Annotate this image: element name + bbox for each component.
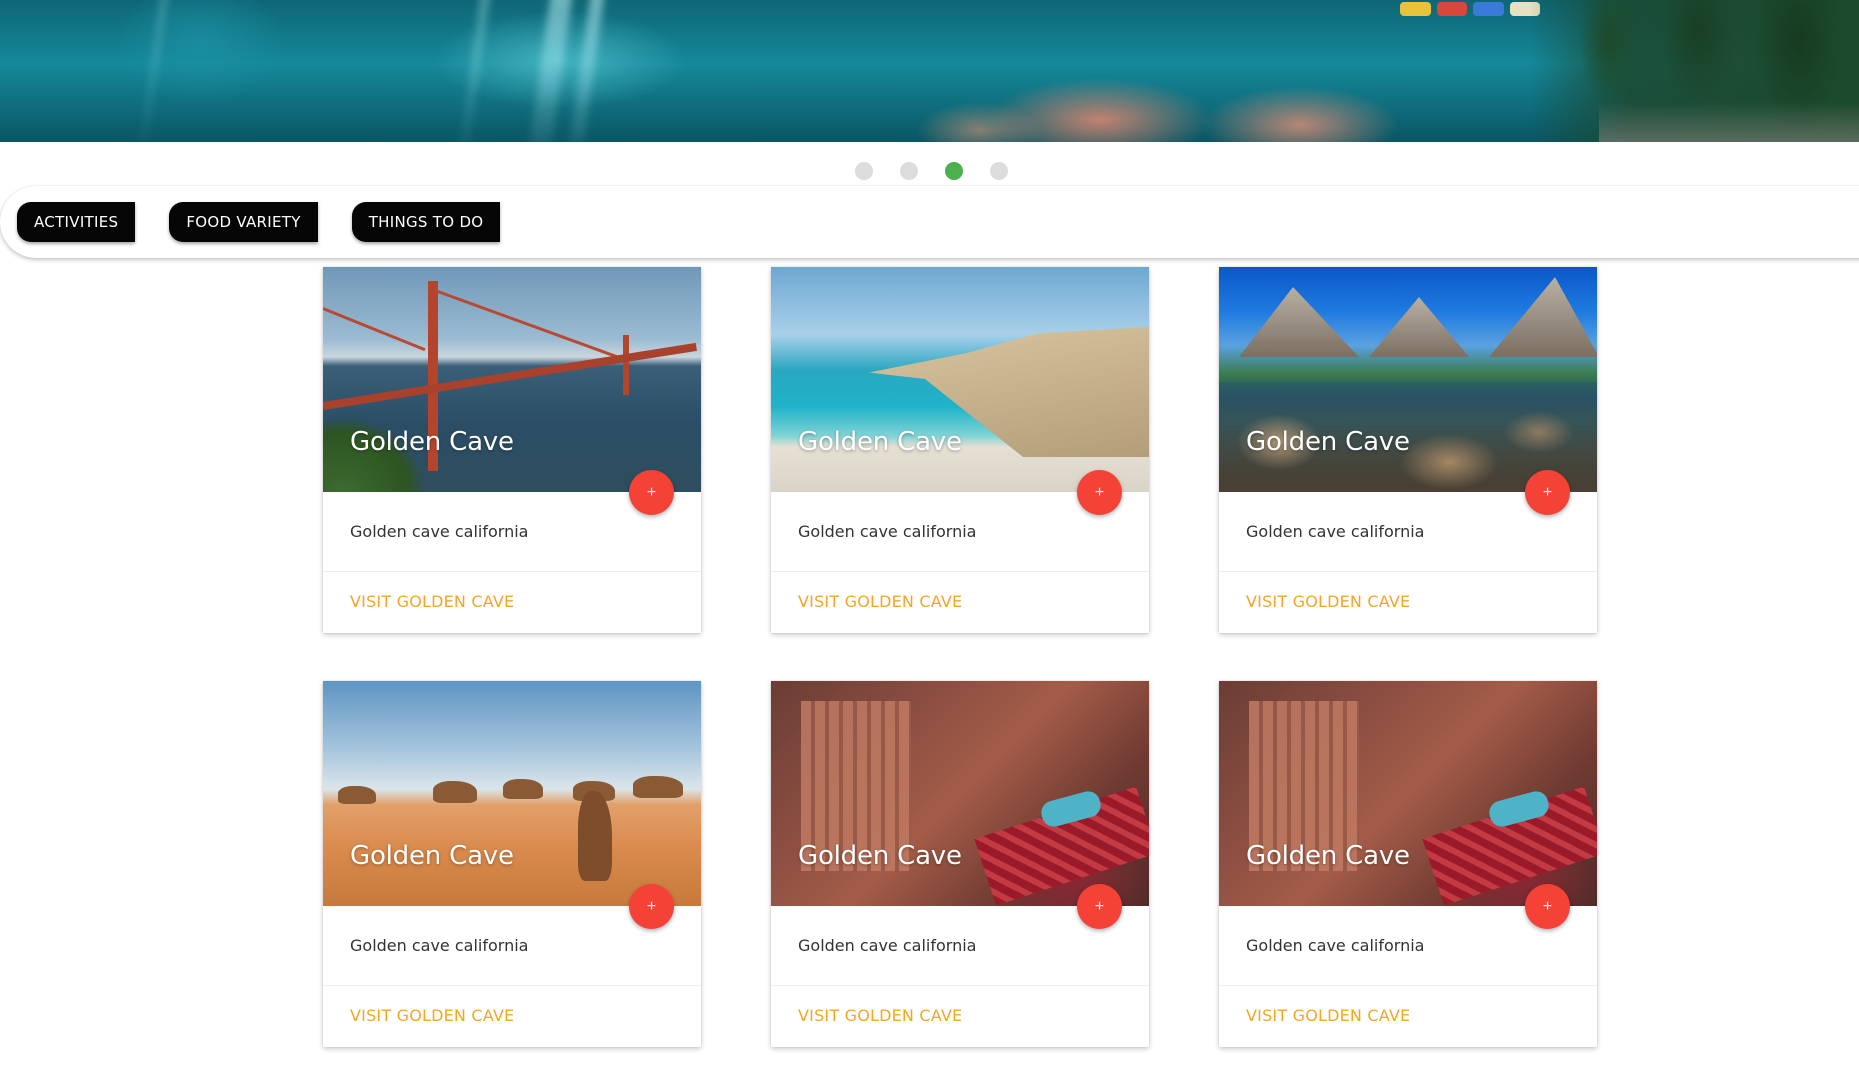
carousel-dot-1[interactable] xyxy=(854,162,873,180)
card-action: VISIT GOLDEN CAVE xyxy=(1219,986,1597,1047)
destination-card: Golden Cave + Golden cave california VIS… xyxy=(1219,681,1597,1047)
visit-link[interactable]: VISIT GOLDEN CAVE xyxy=(798,592,962,611)
add-button[interactable]: + xyxy=(1077,884,1122,929)
carousel-dot-2[interactable] xyxy=(899,162,918,180)
camel xyxy=(578,791,612,881)
water-reflection xyxy=(138,0,170,142)
bridge-cable xyxy=(434,289,624,361)
canoes xyxy=(1400,2,1540,16)
filter-food-variety-button[interactable]: FOOD VARIETY xyxy=(169,202,318,242)
destination-card: Golden Cave + Golden cave california VIS… xyxy=(1219,267,1597,633)
add-button[interactable]: + xyxy=(1077,470,1122,515)
carousel-dot-4[interactable] xyxy=(989,162,1008,180)
destination-card: Golden Cave + Golden cave california VIS… xyxy=(771,681,1149,1047)
card-title: Golden Cave xyxy=(798,841,962,871)
page: ACTIVITIES FOOD VARIETY THINGS TO DO Gol… xyxy=(0,0,1859,1086)
add-button[interactable]: + xyxy=(1525,884,1570,929)
card-image-petra: Golden Cave xyxy=(771,681,1149,906)
camel xyxy=(433,781,477,803)
mountain-peak xyxy=(1369,297,1469,357)
destination-card: Golden Cave + Golden cave california VIS… xyxy=(323,267,701,633)
card-action: VISIT GOLDEN CAVE xyxy=(323,986,701,1047)
card-image-golden-gate-bridge: Golden Cave xyxy=(323,267,701,492)
card-action: VISIT GOLDEN CAVE xyxy=(1219,572,1597,633)
shore-rocks xyxy=(1599,102,1859,142)
bridge-cable xyxy=(323,307,426,352)
card-action: VISIT GOLDEN CAVE xyxy=(323,572,701,633)
carousel-dot-3[interactable] xyxy=(944,162,963,180)
visit-link[interactable]: VISIT GOLDEN CAVE xyxy=(350,592,514,611)
filter-activities-button[interactable]: ACTIVITIES xyxy=(17,202,136,242)
water-reflection xyxy=(528,0,574,142)
add-button[interactable]: + xyxy=(1525,470,1570,515)
card-title: Golden Cave xyxy=(1246,427,1410,457)
visit-link[interactable]: VISIT GOLDEN CAVE xyxy=(350,1006,514,1025)
destination-card: Golden Cave + Golden cave california VIS… xyxy=(323,681,701,1047)
mountain-peak xyxy=(1239,287,1359,357)
destination-card: Golden Cave + Golden cave california VIS… xyxy=(771,267,1149,633)
card-title: Golden Cave xyxy=(1246,841,1410,871)
camel xyxy=(338,786,376,804)
card-image-petra: Golden Cave xyxy=(1219,681,1597,906)
card-image-mountain-lake: Golden Cave xyxy=(1219,267,1597,492)
visit-link[interactable]: VISIT GOLDEN CAVE xyxy=(798,1006,962,1025)
card-action: VISIT GOLDEN CAVE xyxy=(771,572,1149,633)
card-action: VISIT GOLDEN CAVE xyxy=(771,986,1149,1047)
bridge-tower xyxy=(623,335,629,395)
water-reflection xyxy=(568,0,606,142)
card-title: Golden Cave xyxy=(350,841,514,871)
hero-banner-image xyxy=(0,0,1859,142)
category-filter-bar: ACTIVITIES FOOD VARIETY THINGS TO DO xyxy=(0,186,1859,258)
card-image-beach-cove: Golden Cave xyxy=(771,267,1149,492)
water-reflection xyxy=(458,0,492,142)
filter-things-to-do-button[interactable]: THINGS TO DO xyxy=(351,202,501,242)
carousel-indicators xyxy=(0,162,1859,180)
camel xyxy=(633,776,683,798)
visit-link[interactable]: VISIT GOLDEN CAVE xyxy=(1246,592,1410,611)
add-button[interactable]: + xyxy=(629,470,674,515)
add-button[interactable]: + xyxy=(629,884,674,929)
card-title: Golden Cave xyxy=(350,427,514,457)
mountain-peak xyxy=(1489,277,1597,357)
visit-link[interactable]: VISIT GOLDEN CAVE xyxy=(1246,1006,1410,1025)
card-title: Golden Cave xyxy=(798,427,962,457)
camel xyxy=(503,779,543,799)
card-image-desert-camels: Golden Cave xyxy=(323,681,701,906)
